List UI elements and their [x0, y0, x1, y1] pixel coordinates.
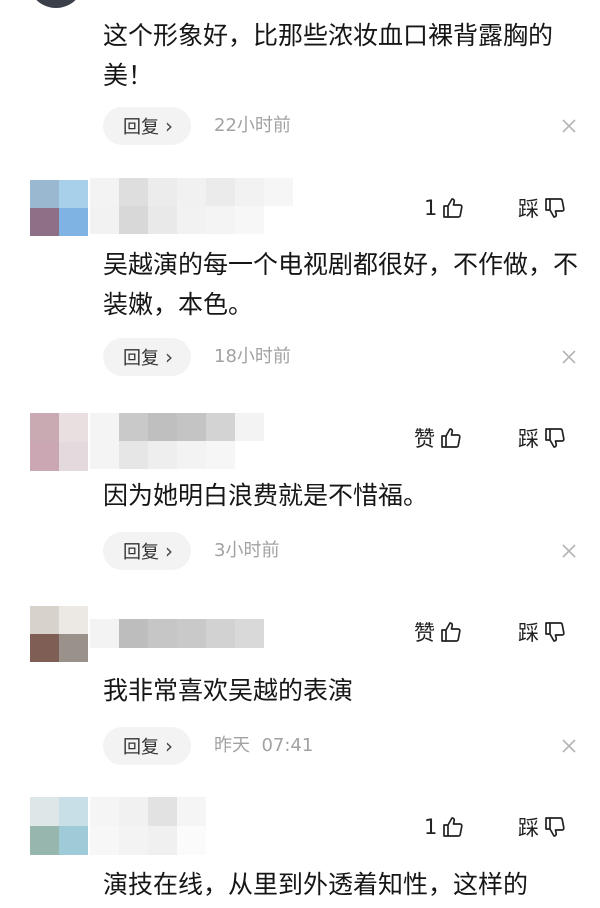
username[interactable]	[90, 413, 264, 469]
comment-time: 18小时前	[214, 346, 291, 367]
username[interactable]	[90, 178, 293, 234]
close-icon[interactable]	[558, 735, 580, 757]
comment-time: 22小时前	[214, 115, 291, 136]
dislike-label: 踩	[518, 816, 539, 840]
like-button[interactable]: 1	[424, 193, 465, 223]
dislike-label: 踩	[518, 621, 539, 645]
dislike-button[interactable]: 踩	[518, 812, 567, 842]
avatar[interactable]	[30, 606, 88, 662]
reply-button[interactable]: 回复 ›	[103, 338, 191, 376]
dislike-button[interactable]: 踩	[518, 193, 567, 223]
close-icon[interactable]	[558, 346, 580, 368]
thumb-down-icon	[545, 817, 565, 837]
like-button[interactable]: 赞	[414, 617, 463, 647]
like-label: 赞	[414, 621, 435, 645]
reply-label: 回复	[123, 348, 159, 369]
reply-label: 回复	[123, 542, 159, 563]
comment-time: 3小时前	[214, 540, 280, 561]
chevron-right-icon: ›	[165, 539, 173, 563]
username[interactable]	[90, 797, 206, 855]
chevron-right-icon: ›	[165, 345, 173, 369]
dislike-button[interactable]: 踩	[518, 423, 567, 453]
reply-button[interactable]: 回复 ›	[103, 727, 191, 765]
reply-button[interactable]: 回复 ›	[103, 532, 191, 570]
chevron-right-icon: ›	[165, 114, 173, 138]
like-label: 1	[424, 815, 438, 839]
thumb-up-icon	[443, 817, 464, 837]
thumb-up-icon	[441, 622, 461, 642]
dislike-button[interactable]: 踩	[518, 617, 567, 647]
thumb-down-icon	[545, 428, 565, 448]
comment-text: 吴越演的每一个电视剧都很好，不作做，不装嫩，本色。	[103, 250, 579, 319]
like-label: 1	[424, 196, 438, 220]
comment-text: 我非常喜欢吴越的表演	[103, 676, 354, 705]
reply-label: 回复	[123, 117, 159, 138]
thumb-up-icon	[443, 198, 464, 218]
like-button[interactable]: 赞	[414, 423, 463, 453]
avatar[interactable]	[30, 413, 88, 471]
dislike-label: 踩	[518, 427, 539, 451]
reply-label: 回复	[123, 737, 159, 758]
comment-time: 昨天 07:41	[214, 735, 314, 756]
chevron-right-icon: ›	[165, 734, 173, 758]
dislike-label: 踩	[518, 197, 539, 221]
comment-text: 因为她明白浪费就是不惜福。	[103, 481, 429, 510]
thumb-up-icon	[441, 428, 461, 448]
username[interactable]	[90, 619, 264, 648]
comment-text: 演技在线，从里到外透着知性，这样的	[103, 870, 529, 899]
like-button[interactable]: 1	[424, 812, 465, 842]
avatar[interactable]	[30, 797, 88, 855]
thumb-down-icon	[545, 622, 565, 642]
close-icon[interactable]	[558, 115, 580, 137]
like-label: 赞	[414, 427, 435, 451]
thumb-down-icon	[545, 198, 565, 218]
avatar[interactable]	[30, 180, 88, 236]
close-icon[interactable]	[558, 540, 580, 562]
comment-text: 这个形象好，比那些浓妆血口裸背露胸的美！	[103, 21, 554, 90]
reply-button[interactable]: 回复 ›	[103, 107, 191, 145]
avatar[interactable]	[28, 0, 84, 8]
